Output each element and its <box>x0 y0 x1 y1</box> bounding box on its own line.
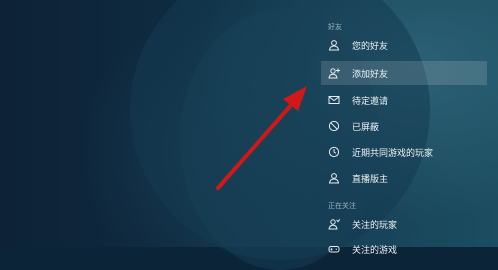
red-annotation-arrow <box>216 86 307 190</box>
